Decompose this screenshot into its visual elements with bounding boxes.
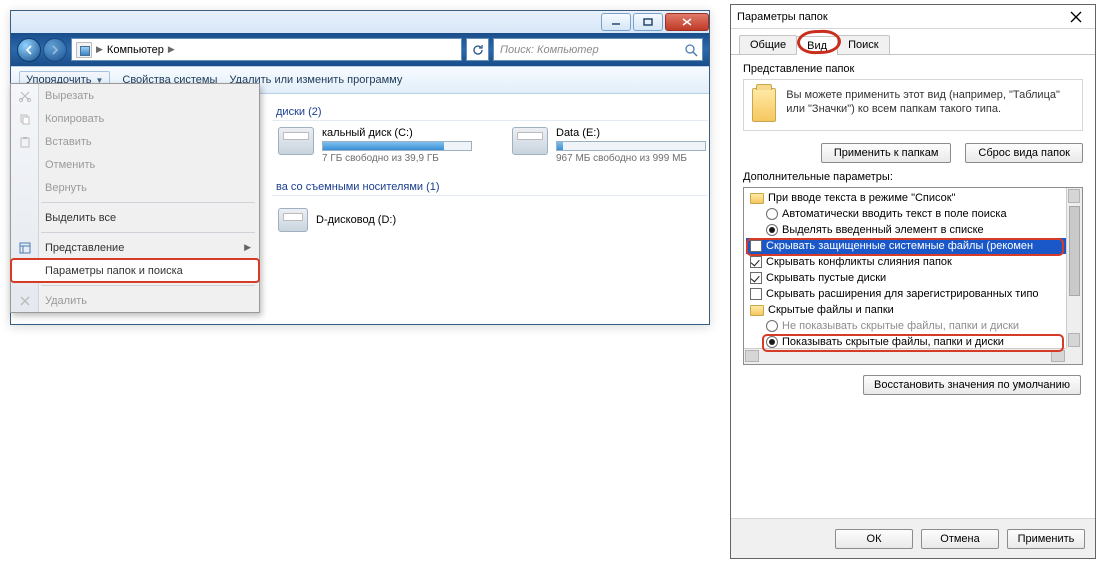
tree-node[interactable]: Скрывать пустые диски bbox=[746, 270, 1080, 286]
refresh-button[interactable] bbox=[466, 38, 489, 61]
apply-button[interactable]: Применить bbox=[1007, 529, 1085, 549]
radio-icon[interactable] bbox=[766, 320, 778, 332]
scrollbar-vertical[interactable] bbox=[1066, 188, 1082, 348]
group-hard-disks[interactable]: диски (2) bbox=[272, 95, 708, 121]
drive-name: Data (E:) bbox=[556, 127, 706, 139]
group-removable[interactable]: ва со съемными носителями (1) bbox=[272, 170, 708, 196]
dialog-footer: ОК Отмена Применить bbox=[731, 518, 1095, 558]
forward-button[interactable] bbox=[43, 38, 67, 62]
cancel-button[interactable]: Отмена bbox=[921, 529, 999, 549]
paste-icon bbox=[17, 134, 33, 150]
explorer-content: диски (2) кальный диск (C:) 7 ГБ свободн… bbox=[272, 95, 708, 323]
folder-view-group: Вы можете применить этот вид (например, … bbox=[743, 79, 1083, 131]
tab-general[interactable]: Общие bbox=[739, 35, 797, 54]
explorer-titlebar bbox=[11, 11, 709, 33]
advanced-tree[interactable]: При вводе текста в режиме "Список" Автом… bbox=[743, 187, 1083, 365]
maximize-button[interactable] bbox=[633, 13, 663, 31]
delete-icon bbox=[17, 293, 33, 309]
menu-cut[interactable]: Вырезать bbox=[11, 84, 259, 107]
menu-layout[interactable]: Представление▶ bbox=[11, 236, 259, 259]
tab-view[interactable]: Вид bbox=[796, 36, 838, 55]
dvd-icon bbox=[278, 208, 308, 232]
radio-icon[interactable] bbox=[766, 208, 778, 220]
scroll-right-icon[interactable] bbox=[1051, 350, 1065, 362]
apply-folders-button[interactable]: Применить к папкам bbox=[821, 143, 952, 163]
computer-icon bbox=[76, 42, 92, 58]
reset-folders-button[interactable]: Сброс вида папок bbox=[965, 143, 1083, 163]
drive-c[interactable]: кальный диск (C:) 7 ГБ свободно из 39,9 … bbox=[278, 127, 472, 164]
menu-undo[interactable]: Отменить bbox=[11, 153, 259, 176]
drive-name: D-дисковод (D:) bbox=[316, 214, 396, 226]
menu-redo[interactable]: Вернуть bbox=[11, 176, 259, 199]
scroll-down-icon[interactable] bbox=[1068, 333, 1080, 347]
menu-folder-options[interactable]: Параметры папок и поиска bbox=[11, 259, 259, 282]
drive-e[interactable]: Data (E:) 967 МБ свободно из 999 МБ bbox=[512, 127, 706, 164]
folder-options-dialog: Параметры папок Общие Вид Поиск Представ… bbox=[730, 4, 1096, 559]
tab-bar: Общие Вид Поиск bbox=[731, 29, 1095, 55]
submenu-arrow-icon: ▶ bbox=[244, 242, 251, 253]
drive-icon bbox=[278, 127, 314, 155]
menu-delete[interactable]: Удалить bbox=[11, 289, 259, 312]
search-icon bbox=[684, 43, 698, 57]
ok-button[interactable]: ОК bbox=[835, 529, 913, 549]
drive-free: 7 ГБ свободно из 39,9 ГБ bbox=[322, 153, 472, 164]
drive-usage-bar bbox=[322, 141, 472, 151]
search-placeholder: Поиск: Компьютер bbox=[500, 44, 599, 56]
layout-icon bbox=[17, 240, 33, 256]
drive-free: 967 МБ свободно из 999 МБ bbox=[556, 153, 706, 164]
menu-select-all[interactable]: Выделить все bbox=[11, 206, 259, 229]
folder-icon bbox=[750, 193, 764, 204]
tree-node[interactable]: Автоматически вводить текст в поле поиск… bbox=[746, 206, 1080, 222]
folder-view-group-label: Представление папок bbox=[743, 63, 1083, 75]
copy-icon bbox=[17, 111, 33, 127]
search-input[interactable]: Поиск: Компьютер bbox=[493, 38, 703, 61]
scroll-left-icon[interactable] bbox=[745, 350, 759, 362]
radio-icon[interactable] bbox=[766, 336, 778, 348]
organize-menu: Вырезать Копировать Вставить Отменить Ве… bbox=[10, 83, 260, 313]
drive-icon bbox=[512, 127, 548, 155]
tree-node[interactable]: Скрытые файлы и папки bbox=[746, 302, 1080, 318]
close-button[interactable] bbox=[1063, 8, 1089, 26]
tree-node[interactable]: При вводе текста в режиме "Список" bbox=[746, 190, 1080, 206]
checkbox-icon[interactable] bbox=[750, 240, 762, 252]
folder-view-text: Вы можете применить этот вид (например, … bbox=[786, 88, 1074, 116]
scroll-thumb[interactable] bbox=[1069, 206, 1080, 296]
checkbox-icon[interactable] bbox=[750, 256, 762, 268]
address-bar-row: ▶ Компьютер ▶ Поиск: Компьютер bbox=[11, 33, 709, 66]
drive-usage-bar bbox=[556, 141, 706, 151]
tree-node[interactable]: Выделять введенный элемент в списке bbox=[746, 222, 1080, 238]
folder-icon bbox=[750, 305, 764, 316]
chevron-right-icon: ▶ bbox=[168, 44, 175, 55]
menu-paste[interactable]: Вставить bbox=[11, 130, 259, 153]
back-button[interactable] bbox=[17, 38, 41, 62]
folder-icon bbox=[752, 88, 776, 122]
checkbox-icon[interactable] bbox=[750, 272, 762, 284]
menu-copy[interactable]: Копировать bbox=[11, 107, 259, 130]
scrollbar-horizontal[interactable] bbox=[744, 348, 1066, 364]
minimize-button[interactable] bbox=[601, 13, 631, 31]
tree-node[interactable]: Скрывать конфликты слияния папок bbox=[746, 254, 1080, 270]
chevron-right-icon: ▶ bbox=[96, 44, 103, 55]
checkbox-icon[interactable] bbox=[750, 288, 762, 300]
drive-dvd[interactable]: D-дисковод (D:) bbox=[272, 202, 708, 232]
drive-name: кальный диск (C:) bbox=[322, 127, 472, 139]
breadcrumb[interactable]: ▶ Компьютер ▶ bbox=[71, 38, 462, 61]
tree-node[interactable]: Скрывать расширения для зарегистрированн… bbox=[746, 286, 1080, 302]
tree-node-hide-protected[interactable]: Скрывать защищенные системные файлы (рек… bbox=[746, 238, 1080, 254]
close-button[interactable] bbox=[665, 13, 709, 31]
radio-icon[interactable] bbox=[766, 224, 778, 236]
tree-node[interactable]: Не показывать скрытые файлы, папки и дис… bbox=[746, 318, 1080, 334]
advanced-label: Дополнительные параметры: bbox=[743, 171, 1083, 183]
cut-icon bbox=[17, 88, 33, 104]
scroll-up-icon[interactable] bbox=[1068, 189, 1080, 203]
dialog-title: Параметры папок bbox=[737, 11, 828, 23]
tab-search[interactable]: Поиск bbox=[837, 35, 889, 54]
crumb-computer[interactable]: Компьютер bbox=[107, 44, 164, 56]
dialog-titlebar: Параметры папок bbox=[731, 5, 1095, 29]
restore-defaults-button[interactable]: Восстановить значения по умолчанию bbox=[863, 375, 1081, 395]
